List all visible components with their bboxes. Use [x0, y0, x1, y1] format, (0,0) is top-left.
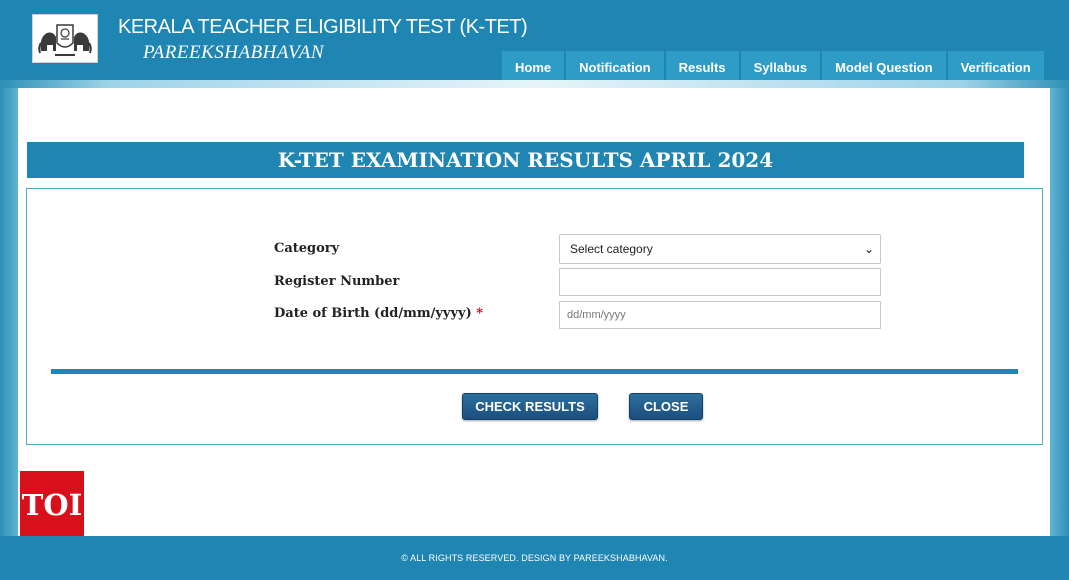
site-title: KERALA TEACHER ELIGIBILITY TEST (K-TET) [118, 16, 528, 38]
required-marker: * [476, 306, 484, 321]
register-number-label: Register Number [274, 274, 400, 289]
footer: © ALL RIGHTS RESERVED. DESIGN BY PAREEKS… [0, 536, 1069, 580]
header-strip [0, 80, 1069, 88]
dob-label-text: Date of Birth (dd/mm/yyyy) [274, 306, 472, 321]
close-button[interactable]: CLOSE [629, 393, 703, 420]
register-number-input[interactable] [559, 268, 881, 296]
kerala-emblem-icon[interactable] [32, 14, 98, 63]
page-title: K-TET EXAMINATION RESULTS APRIL 2024 [27, 142, 1024, 178]
check-results-button[interactable]: CHECK RESULTS [462, 393, 598, 420]
category-selected-value: Select category [570, 242, 653, 256]
category-select[interactable]: Select category ⌄ [559, 234, 881, 264]
dob-label: Date of Birth (dd/mm/yyyy) * [274, 306, 483, 321]
form-divider [51, 369, 1018, 374]
chevron-down-icon: ⌄ [863, 242, 874, 256]
category-label: Category [274, 241, 340, 256]
site-subtitle: PAREEKSHABHAVAN [143, 42, 325, 63]
toi-watermark-logo: TOI [20, 471, 84, 539]
emblem-graphic [38, 23, 92, 56]
site-header: KERALA TEACHER ELIGIBILITY TEST (K-TET) … [0, 0, 1069, 84]
dob-input[interactable] [559, 301, 881, 329]
